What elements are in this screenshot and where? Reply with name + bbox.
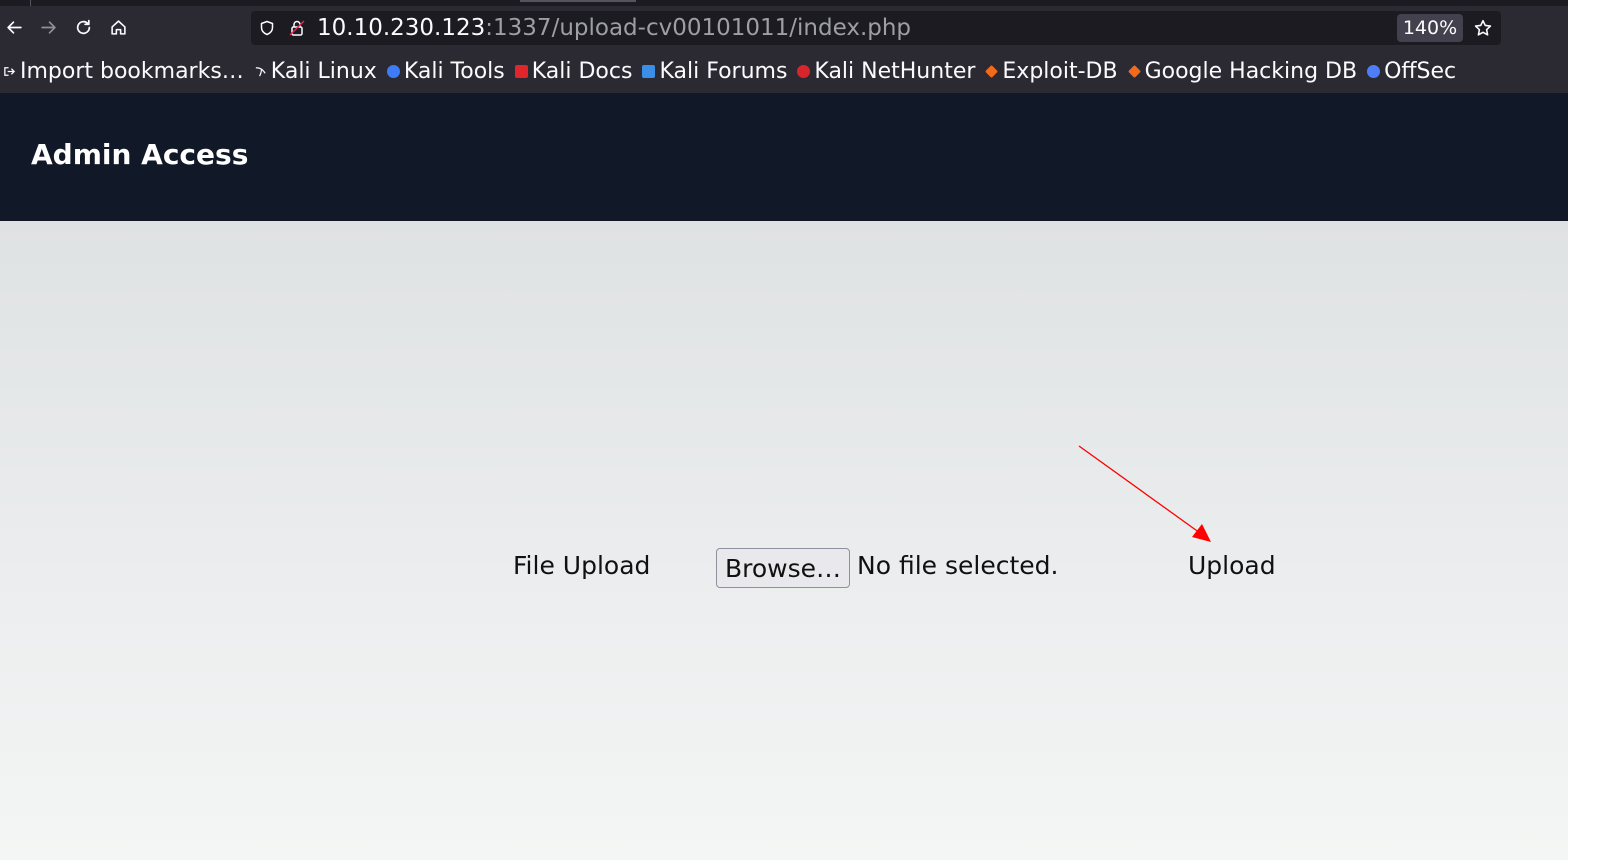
arrow-head (1192, 524, 1211, 542)
right-edge-strip (1568, 0, 1611, 860)
annotation-arrow (1078, 445, 1211, 542)
arrow-shaft (1078, 445, 1201, 534)
